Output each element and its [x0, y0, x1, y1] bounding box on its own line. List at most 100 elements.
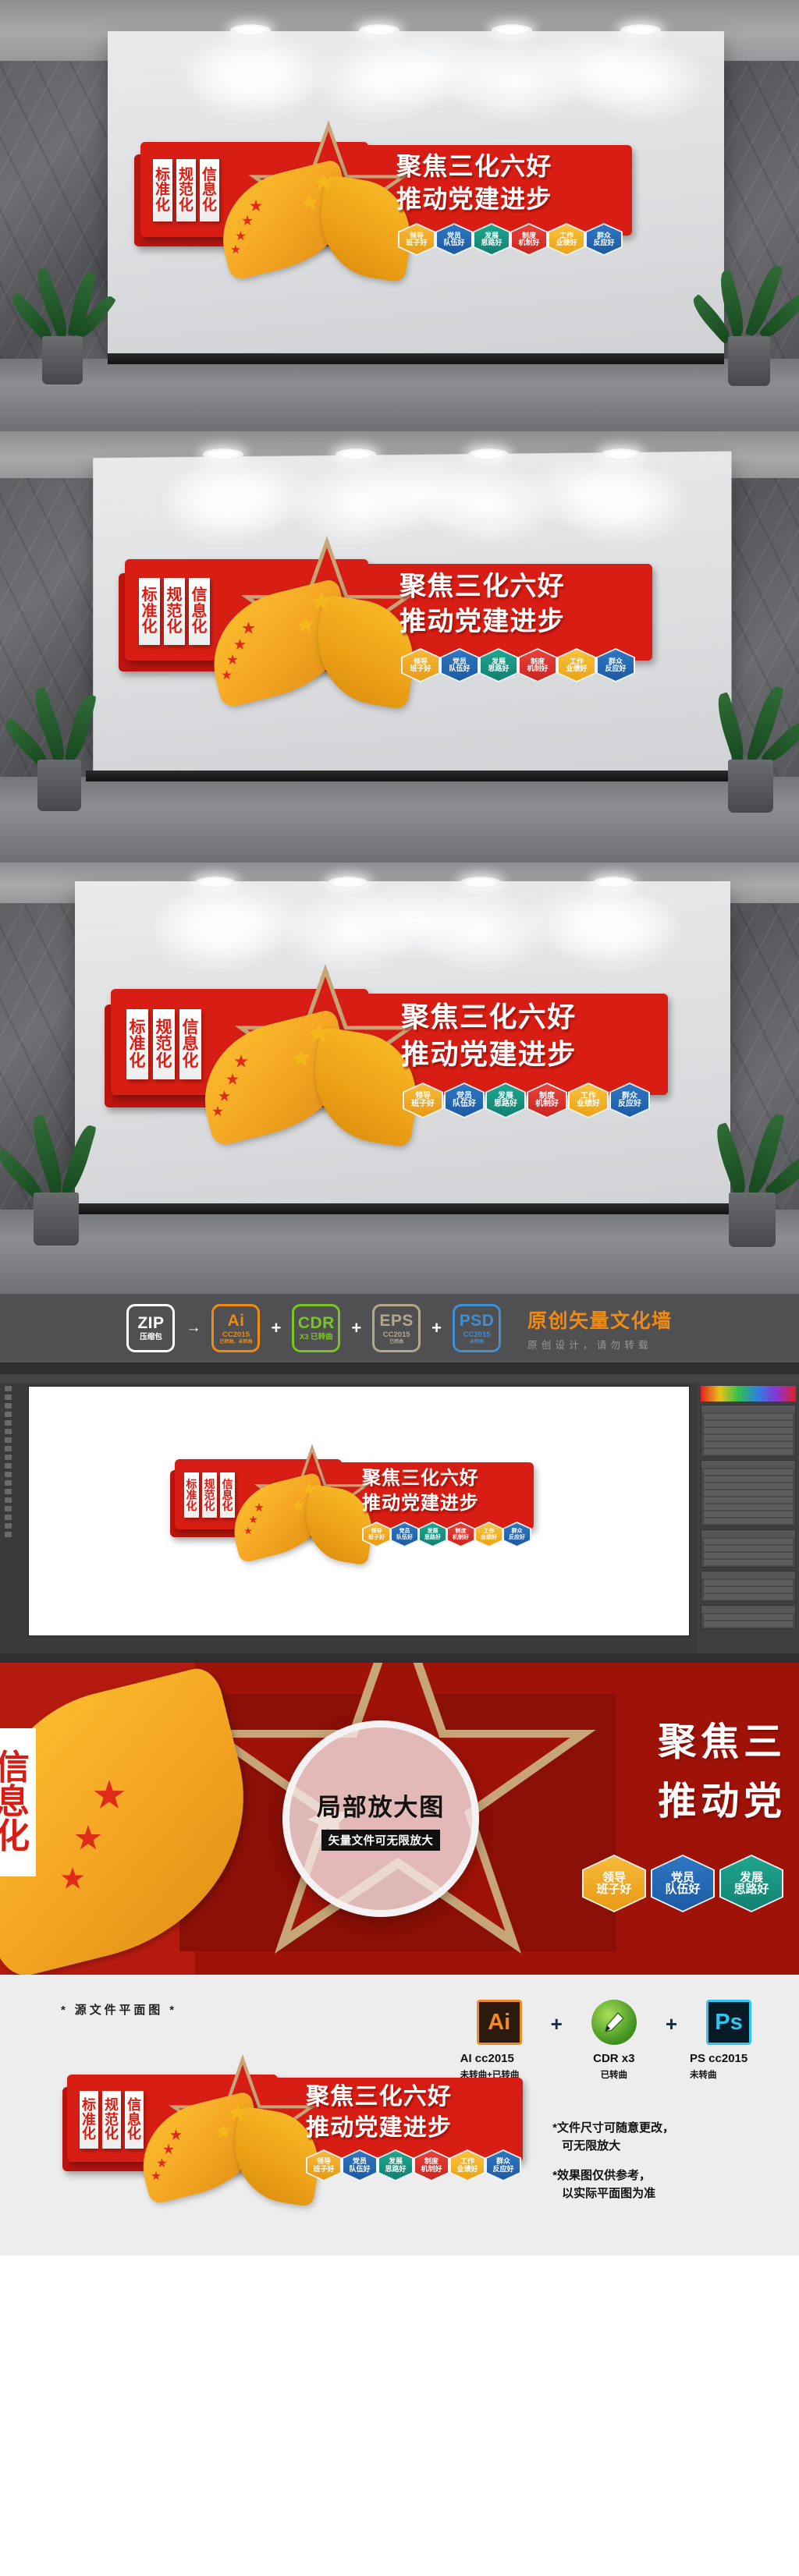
vertical-card: 信 息 化: [200, 159, 219, 221]
mockup-scene-1: 标 准 化 规 范 化 信 息 化 聚焦三化六好 推动党建进步 领导 班子好 党…: [0, 0, 799, 431]
editor-tool-palette[interactable]: [0, 1383, 16, 1653]
hex-badge-3[interactable]: 制度 机制好: [528, 1084, 566, 1117]
hex-badge-4[interactable]: 工作 业绩好: [476, 1523, 502, 1546]
headline-line-1: 聚焦三化六好: [401, 1001, 577, 1033]
hex-badge-5[interactable]: 群众 反应好: [598, 650, 634, 681]
hex-badge-1[interactable]: 党员 队伍好: [392, 1523, 417, 1546]
hex-badge-2[interactable]: 发展 思路好: [487, 1084, 524, 1117]
downlight-icon: [460, 877, 501, 888]
vertical-card: 信 息 化: [125, 2091, 144, 2149]
hex-badge-2[interactable]: 发展 思路好: [379, 2151, 412, 2180]
wall-artwork: 标 准 化 规 范 化 信 息 化 聚焦三化六好 推动党建进步 领导 班子好 党…: [169, 1444, 551, 1570]
downlight-icon: [195, 877, 236, 888]
format-strip-title: 原创矢量文化墙: [527, 1309, 673, 1332]
editor-panel[interactable]: [701, 1605, 796, 1629]
headline-line-1: 聚焦三化六好: [396, 152, 552, 180]
editor-right-panels[interactable]: [698, 1383, 799, 1653]
closeup-hexagon-row: 领导 班子好 党员 队伍好 发展 思路好: [584, 1856, 782, 1911]
hex-badge-1[interactable]: 党员 队伍好: [343, 2151, 376, 2180]
headline-line-2: 推动党建进步: [306, 2115, 453, 2141]
vertical-card: 信 息 化: [220, 1472, 235, 1518]
vertical-card: 标 准 化: [139, 578, 160, 645]
format-strip-subtitle: 原创设计，请勿转载: [527, 1339, 652, 1351]
vertical-card: 信 息 化: [189, 578, 210, 645]
hex-badge-0[interactable]: 领导 班子好: [307, 2151, 340, 2180]
hex-badge-2[interactable]: 发展 思路好: [474, 225, 509, 254]
baseboard: [86, 771, 737, 781]
hex-badge-1[interactable]: 党员 队伍好: [652, 1856, 713, 1911]
hex-badge-5[interactable]: 群众 反应好: [587, 225, 621, 254]
vertical-card: 标 准 化: [80, 2091, 98, 2149]
editor-panel[interactable]: [701, 1529, 796, 1568]
hex-badge-1[interactable]: 党员 队伍好: [437, 225, 471, 254]
hex-badge-0[interactable]: 领导 班子好: [400, 225, 434, 254]
plant-left: [0, 1082, 97, 1245]
floor: [0, 777, 799, 863]
magnifier-caption: 矢量文件可无限放大: [321, 1829, 441, 1851]
vertical-card: 标 准 化: [126, 1009, 148, 1079]
hex-badge-3[interactable]: 制度 机制好: [448, 1523, 474, 1546]
plant-right: [710, 652, 799, 813]
editor-menu-bar: [0, 1374, 799, 1383]
plus-icon: +: [351, 1318, 362, 1338]
closeup-headline-line-1: 聚焦三: [658, 1721, 787, 1763]
hex-badge-5[interactable]: 群众 反应好: [611, 1084, 648, 1117]
baseboard: [75, 1203, 741, 1214]
magnifier-callout: 局部放大图 矢量文件可无限放大: [282, 1720, 479, 1917]
vertical-card-group: 标 准 化 规 范 化 信 息 化: [184, 1472, 235, 1518]
zip-format-box: ZIP 压缩包: [126, 1304, 176, 1352]
hex-badge-3[interactable]: 制度 机制好: [520, 650, 556, 681]
hex-badge-4[interactable]: 工作 业绩好: [451, 2151, 484, 2180]
illustrator-editor-scene: 标 准 化 规 范 化 信 息 化 聚焦三化六好 推动党建进步 领导 班子好 党…: [0, 1362, 799, 1663]
editor-title-bar: [0, 1362, 799, 1374]
vertical-card: 标 准 化: [153, 159, 172, 221]
software-label: PS cc2015: [690, 2052, 748, 2065]
vertical-card: 规 范 化: [202, 1472, 217, 1518]
vertical-card: 规 范 化: [102, 2091, 121, 2149]
source-flat-artwork: 标 准 化 规 范 化 信 息 化 聚焦三化六好 推动党建进步 领导 班子好 党…: [61, 2054, 545, 2212]
ai-format-box: Ai CC2015 已转曲、未转曲: [211, 1304, 261, 1352]
downlight-icon: [468, 448, 509, 460]
hex-badge-1[interactable]: 党员 队伍好: [442, 650, 478, 681]
hex-badge-0[interactable]: 领导 班子好: [404, 1084, 442, 1117]
hex-badge-4[interactable]: 工作 业绩好: [570, 1084, 607, 1117]
hex-badge-3[interactable]: 制度 机制好: [415, 2151, 448, 2180]
hex-badge-4[interactable]: 工作 业绩好: [549, 225, 584, 254]
vertical-card-group: 标 准 化 规 范 化 信 息 化: [80, 2091, 144, 2149]
editor-canvas[interactable]: 标 准 化 规 范 化 信 息 化 聚焦三化六好 推动党建进步 领导 班子好 党…: [28, 1386, 690, 1636]
hex-badge-2[interactable]: 发展 思路好: [420, 1523, 446, 1546]
hexagon-badge-row: 领导 班子好 党员 队伍好 发展 思路好 制度 机制好 工作 业绩好 群众 反应好: [403, 650, 634, 681]
vertical-card-group: 标 准 化 规 范 化 信 息 化: [139, 578, 210, 645]
hex-badge-1[interactable]: 党员 队伍好: [446, 1084, 483, 1117]
hex-badge-2[interactable]: 发展 思路好: [721, 1856, 782, 1911]
hex-badge-2[interactable]: 发展 思路好: [481, 650, 517, 681]
editor-panel[interactable]: [701, 1460, 796, 1526]
hex-badge-0[interactable]: 领导 班子好: [364, 1523, 389, 1546]
hex-badge-5[interactable]: 群众 反应好: [504, 1523, 530, 1546]
headline-line-1: 聚焦三化六好: [400, 572, 566, 601]
downlight-icon: [593, 877, 634, 888]
downlight-icon: [620, 24, 661, 36]
hex-badge-5[interactable]: 群众 反应好: [487, 2151, 520, 2180]
vertical-card: 规 范 化: [164, 578, 185, 645]
file-format-strip: ZIP 压缩包 → Ai CC2015 已转曲、未转曲 + CDR X3 已转曲…: [0, 1294, 799, 1362]
headline-line-2: 推动党建进步: [400, 607, 566, 636]
editor-color-spectrum[interactable]: [701, 1386, 796, 1401]
software-sublabel: 已转曲: [600, 2071, 628, 2080]
footer-notes: *文件尺寸可随意更改， 可无限放大 *效果图仅供参考， 以实际平面图为准: [552, 2120, 674, 2215]
eps-format-box: EPS CC2015 已转曲: [372, 1304, 421, 1352]
footer-note-2: *效果图仅供参考， 以实际平面图为准: [552, 2169, 656, 2200]
hex-badge-0[interactable]: 领导 班子好: [584, 1856, 645, 1911]
mockup-scene-2: 标 准 化 规 范 化 信 息 化 聚焦三化六好 推动党建进步 领导 班子好 党…: [0, 431, 799, 863]
hex-badge-4[interactable]: 工作 业绩好: [559, 650, 595, 681]
editor-panel[interactable]: [701, 1571, 796, 1602]
vertical-card-group: 标 准 化 规 范 化 信 息 化: [153, 159, 219, 221]
magnifier-title: 局部放大图: [316, 1793, 446, 1821]
plus-icon: +: [665, 2012, 677, 2036]
hexagon-badge-row: 领导 班子好 党员 队伍好 发展 思路好 制度 机制好 工作 业绩好 群众 反应好: [400, 225, 621, 254]
hex-badge-0[interactable]: 领导 班子好: [403, 650, 439, 681]
hex-badge-3[interactable]: 制度 机制好: [512, 225, 546, 254]
downlight-icon: [230, 24, 271, 36]
editor-panel[interactable]: [701, 1405, 796, 1457]
plant-left: [6, 236, 117, 384]
